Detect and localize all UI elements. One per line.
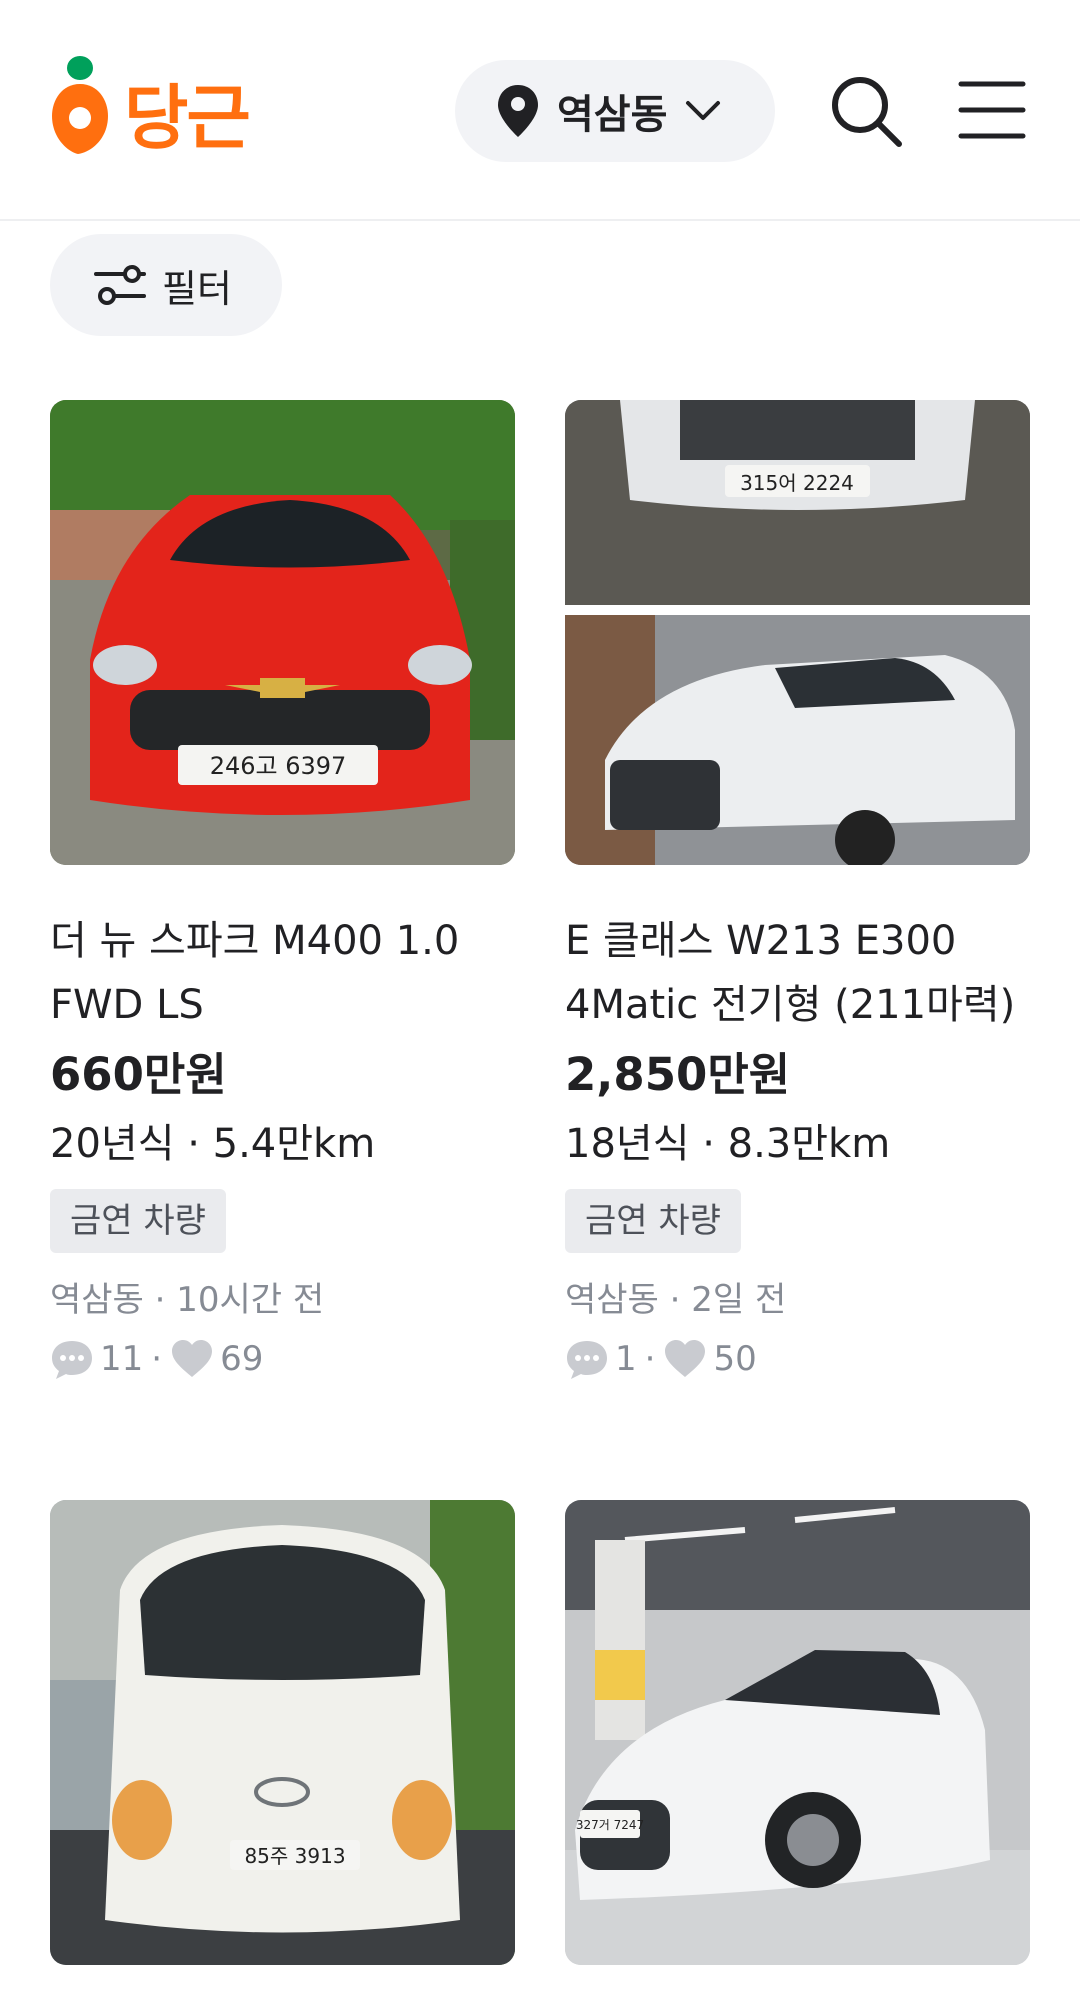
- search-icon[interactable]: [828, 73, 904, 149]
- listing-location-time: 역삼동 · 10시간 전: [50, 1280, 325, 1320]
- like-count: 69: [220, 1339, 264, 1379]
- chat-count: 11: [100, 1339, 144, 1379]
- logo-text: 당근: [124, 76, 251, 159]
- nonsmoking-badge: 금연 차량: [565, 1189, 741, 1253]
- license-plate-text: 85주 3913: [244, 1844, 345, 1868]
- nonsmoking-badge: 금연 차량: [50, 1189, 226, 1253]
- hamburger-menu-icon[interactable]: [958, 78, 1026, 142]
- stats-separator: ·: [644, 1339, 656, 1379]
- app-header: 당근 역삼동: [0, 0, 1080, 221]
- license-plate-text: 327거 7247: [576, 1818, 644, 1832]
- listing-spec: 20년식 · 5.4만km: [50, 1121, 376, 1167]
- license-plate-text: 246고 6397: [210, 752, 347, 780]
- white-coupe-image: 327거 7247: [565, 1500, 1030, 1965]
- heart-icon: [172, 1340, 213, 1377]
- listing-card[interactable]: 327거 7247: [565, 1500, 1030, 1965]
- chat-bubble-icon: [52, 1341, 92, 1379]
- like-count: 50: [713, 1339, 757, 1379]
- filter-button[interactable]: 필터: [50, 234, 282, 336]
- listing-location-time: 역삼동 · 2일 전: [565, 1280, 787, 1320]
- chevron-down-icon: [686, 101, 721, 120]
- listing-photo[interactable]: 315어 2224: [565, 400, 1030, 865]
- listing-spec: 18년식 · 8.3만km: [565, 1121, 891, 1167]
- listing-price: 660만원: [50, 1048, 227, 1101]
- listing-photo[interactable]: 327거 7247: [565, 1500, 1030, 1965]
- listing-stats: 11 · 69: [50, 1331, 515, 1387]
- carrot-logo-icon: [52, 56, 108, 154]
- stats-separator: ·: [151, 1339, 163, 1379]
- location-pin-icon: [498, 85, 538, 137]
- listing-card[interactable]: 246고 6397 더 뉴 스파크 M400 1.0 FWD LS 660만원 …: [50, 400, 515, 1387]
- filter-label: 필터: [162, 266, 232, 311]
- red-hatchback-image: 246고 6397: [50, 400, 515, 865]
- listing-card[interactable]: 85주 3913: [50, 1500, 515, 1965]
- location-label: 역삼동: [557, 92, 668, 138]
- listing-title: E 클래스 W213 E300 4Matic 전기형 (211마력): [565, 918, 1016, 1028]
- sliders-icon: [94, 265, 146, 305]
- listing-stats: 1 · 50: [565, 1331, 1030, 1387]
- white-truck-image: 85주 3913: [50, 1500, 515, 1965]
- chat-bubble-icon: [567, 1341, 607, 1379]
- listing-card[interactable]: 315어 2224 E 클래스 W213 E300 4Matic 전기형 (21…: [565, 400, 1030, 1387]
- location-selector[interactable]: 역삼동: [455, 60, 775, 162]
- license-plate-text: 315어 2224: [740, 471, 854, 495]
- listing-photo[interactable]: 85주 3913: [50, 1500, 515, 1965]
- chat-count: 1: [615, 1339, 637, 1379]
- white-sedan-image: 315어 2224: [565, 400, 1030, 865]
- daangn-logo[interactable]: 당근: [50, 54, 260, 159]
- listing-title: 더 뉴 스파크 M400 1.0 FWD LS: [50, 918, 460, 1028]
- heart-icon: [665, 1340, 706, 1377]
- listing-photo[interactable]: 246고 6397: [50, 400, 515, 865]
- listing-price: 2,850만원: [565, 1048, 791, 1101]
